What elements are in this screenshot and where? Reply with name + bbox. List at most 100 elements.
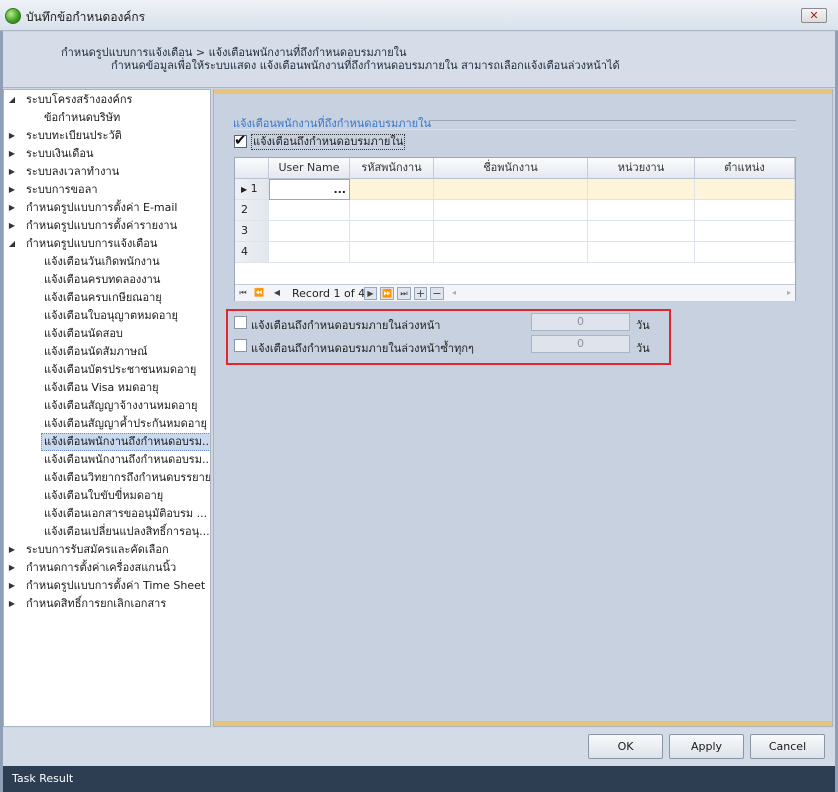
ok-button[interactable]: OK [588,734,663,759]
collapsed-arrow-icon[interactable]: ▶ [7,181,17,199]
tree-leaf[interactable]: แจ้งเตือนนัดสัมภาษณ์ [4,343,210,361]
table-cell[interactable] [695,200,795,221]
row-number: 2 [241,203,248,216]
tree-leaf[interactable]: แจ้งเตือนวันเกิดพนักงาน [4,253,210,271]
tree-node[interactable]: ▶ ระบบทะเบียนประวัติ [4,127,210,145]
tree-leaf[interactable]: แจ้งเตือนสัญญาจ้างงานหมดอายุ [4,397,210,415]
tree-node[interactable]: ◢ กำหนดรูปแบบการแจ้งเตือน [4,235,210,253]
tree-leaf[interactable]: แจ้งเตือนครบเกษียณอายุ [4,289,210,307]
table-cell-user-name[interactable]: ... [269,179,350,200]
advance-notice-checkbox[interactable] [234,316,247,329]
collapsed-arrow-icon[interactable]: ▶ [7,127,17,145]
collapsed-arrow-icon[interactable]: ▶ [7,163,17,181]
collapsed-arrow-icon[interactable]: ▶ [7,541,17,559]
tree-leaf[interactable]: แจ้งเตือนนัดสอบ [4,325,210,343]
tree-node[interactable]: ▶ กำหนดรูปแบบการตั้งค่า Time Sheet [4,577,210,595]
repeat-notice-checkbox[interactable] [234,339,247,352]
table-cell[interactable] [350,200,434,221]
tree-node[interactable]: ▶ ระบบการรับสมัครและคัดเลือก [4,541,210,559]
collapsed-arrow-icon[interactable]: ▶ [7,577,17,595]
table-row-indicator[interactable]: 2 [235,200,269,221]
table-cell[interactable] [434,200,588,221]
grid-header-department[interactable]: หน่วยงาน [588,158,695,179]
collapsed-arrow-icon[interactable]: ▶ [7,199,17,217]
table-cell[interactable] [350,242,434,263]
user-grid[interactable]: User Name รหัสพนักงาน ชื่อพนักงาน หน่วยง… [234,157,796,301]
table-cell[interactable] [434,242,588,263]
first-record-icon[interactable]: ⏮ [238,287,248,300]
table-row-indicator[interactable]: 3 [235,221,269,242]
prev-page-icon[interactable]: ⏪ [254,287,264,300]
delete-record-icon[interactable]: − [430,287,444,300]
tree-leaf[interactable]: แจ้งเตือนบัตรประชาชนหมดอายุ [4,361,210,379]
tree-node[interactable]: ▶ ระบบเงินเดือน [4,145,210,163]
repeat-days-input[interactable]: 0 [531,335,630,353]
table-cell[interactable] [588,179,695,200]
tree-node[interactable]: ▶ กำหนดรูปแบบการตั้งค่ารายงาน [4,217,210,235]
grid-header-position[interactable]: ตำแหน่ง [695,158,795,179]
record-counter: Record 1 of 4 [292,287,366,300]
grid-header-user-name[interactable]: User Name [269,158,350,179]
tree-item-label: แจ้งเตือนครบเกษียณอายุ [44,291,162,304]
tree-leaf[interactable]: แจ้งเตือน Visa หมดอายุ [4,379,210,397]
tree-leaf[interactable]: แจ้งเตือนสัญญาค้ำประกันหมดอายุ [4,415,210,433]
group-divider [430,120,796,121]
grid-header-employee-name[interactable]: ชื่อพนักงาน [434,158,588,179]
table-cell[interactable] [434,221,588,242]
table-cell[interactable] [588,242,695,263]
tree-leaf[interactable]: แจ้งเตือนใบอนุญาตหมดอายุ [4,307,210,325]
table-row-indicator[interactable]: ▶ 1 [235,179,269,200]
settings-tree[interactable]: ◢ ระบบโครงสร้างองค์กร ข้อกำหนดบริษัท ▶ ระบบท… [3,89,211,727]
tree-leaf[interactable]: แจ้งเตือนครบทดลองงาน [4,271,210,289]
next-record-icon[interactable]: ▶ [364,287,377,300]
table-cell[interactable] [695,221,795,242]
prev-record-icon[interactable]: ◀ [272,287,282,300]
repeat-notice-label: แจ้งเตือนถึงกำหนดอบรมภายในล่วงหน้าซ้ำทุก… [251,342,474,355]
table-cell[interactable] [588,200,695,221]
last-record-icon[interactable]: ⏭ [397,287,411,300]
expanded-arrow-icon[interactable]: ◢ [7,235,17,253]
tree-leaf[interactable]: แจ้งเตือนพนักงานถึงกำหนดอบรม... [4,451,210,469]
cancel-button[interactable]: Cancel [750,734,825,759]
tree-node[interactable]: ▶ กำหนดรูปแบบการตั้งค่า E-mail [4,199,210,217]
scroll-left-icon[interactable]: ◂ [449,287,459,300]
next-page-icon[interactable]: ⏩ [380,287,394,300]
scroll-right-icon[interactable]: ▸ [784,287,794,300]
advance-days-unit: วัน [636,319,650,332]
table-cell[interactable] [269,200,350,221]
collapsed-arrow-icon[interactable]: ▶ [7,145,17,163]
ellipsis-button[interactable]: ... [333,180,346,200]
table-cell[interactable] [269,221,350,242]
table-cell[interactable] [434,179,588,200]
table-cell[interactable] [269,242,350,263]
window-title: บันทึกข้อกำหนดองค์กร [26,10,146,24]
table-cell[interactable] [695,179,795,200]
collapsed-arrow-icon[interactable]: ▶ [7,559,17,577]
advance-days-input[interactable]: 0 [531,313,630,331]
collapsed-arrow-icon[interactable]: ▶ [7,595,17,613]
enable-alert-label[interactable]: แจ้งเตือนถึงกำหนดอบรมภายใน [251,134,406,150]
tree-leaf[interactable]: แจ้งเตือนเปลี่ยนแปลงสิทธิ์การอนุ... [4,523,210,541]
tree-node[interactable]: ◢ ระบบโครงสร้างองค์กร [4,91,210,109]
tree-node[interactable]: ▶ ระบบการขอลา [4,181,210,199]
add-record-icon[interactable]: + [414,287,427,300]
tree-leaf[interactable]: ข้อกำหนดบริษัท [4,109,210,127]
table-cell[interactable] [350,179,434,200]
expanded-arrow-icon[interactable]: ◢ [7,91,17,109]
grid-header-employee-code[interactable]: รหัสพนักงาน [350,158,434,179]
tree-leaf[interactable]: แจ้งเตือนเอกสารขออนุมัติอบรม ... [4,505,210,523]
table-cell[interactable] [695,242,795,263]
tree-node[interactable]: ▶ ระบบลงเวลาทำงาน [4,163,210,181]
table-cell[interactable] [350,221,434,242]
tree-leaf[interactable]: แจ้งเตือนพนักงานถึงกำหนดอบรม... [4,433,210,451]
close-icon[interactable]: ✕ [801,8,827,23]
tree-leaf[interactable]: แจ้งเตือนวิทยากรถึงกำหนดบรรยาย [4,469,210,487]
tree-leaf[interactable]: แจ้งเตือนใบขับขี่หมดอายุ [4,487,210,505]
row-number: 3 [241,224,248,237]
table-cell[interactable] [588,221,695,242]
table-row-indicator[interactable]: 4 [235,242,269,263]
tree-node[interactable]: ▶ กำหนดการตั้งค่าเครื่องสแกนนิ้ว [4,559,210,577]
apply-button[interactable]: Apply [669,734,744,759]
tree-node[interactable]: ▶ กำหนดสิทธิ์การยกเลิกเอกสาร [4,595,210,613]
collapsed-arrow-icon[interactable]: ▶ [7,217,17,235]
